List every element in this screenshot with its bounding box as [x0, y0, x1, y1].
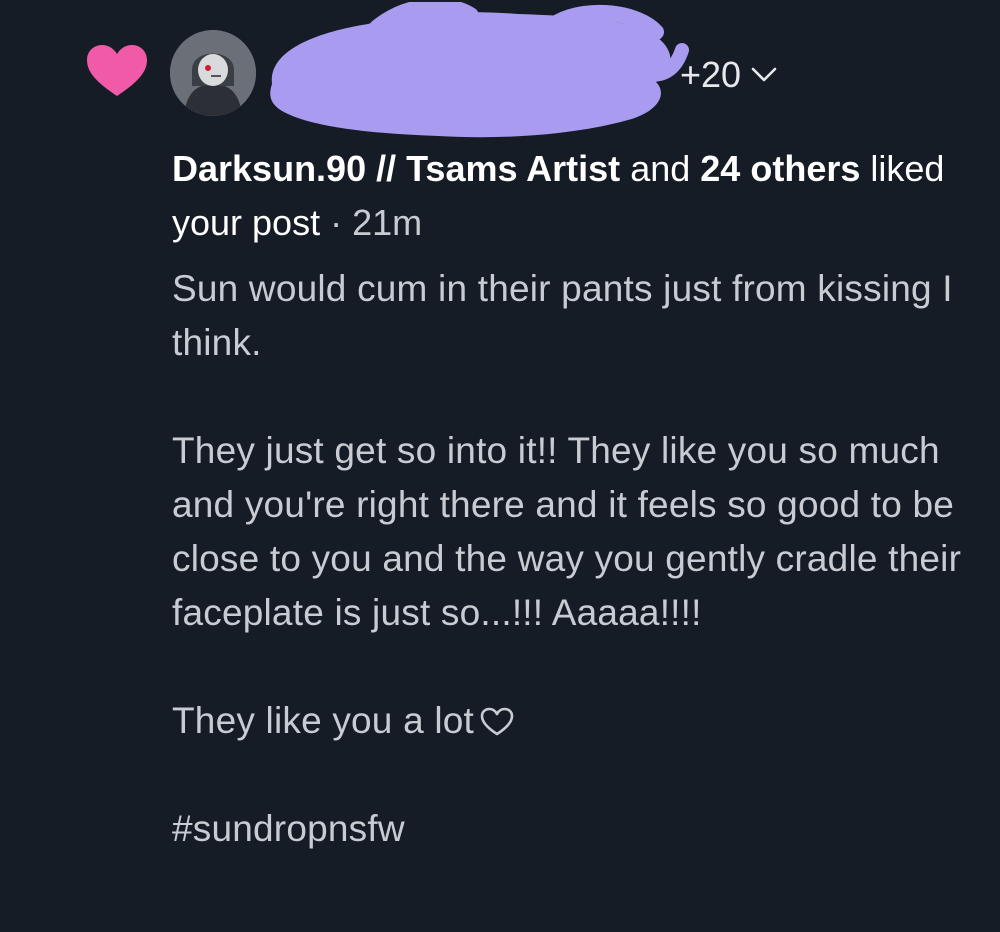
- redaction-scribble: [270, 2, 689, 138]
- post-paragraph-3-wrap: They like you a lot: [172, 694, 972, 748]
- post-paragraph-3: They like you a lot: [172, 700, 475, 741]
- post-body[interactable]: Sun would cum in their pants just from k…: [172, 262, 972, 856]
- post-paragraph-2: They just get so into it!! They like you…: [172, 430, 962, 633]
- notification-headline: Darksun.90 // Tsams Artist and 24 others…: [172, 142, 962, 250]
- heart-outline-icon: [480, 707, 514, 736]
- separator-dot: ·: [330, 202, 343, 243]
- others-word[interactable]: others: [750, 148, 860, 189]
- like-notification[interactable]: +20 Darksun.90 // Tsams Artist and 24 ot…: [0, 0, 1000, 932]
- more-avatars-toggle[interactable]: +20: [680, 50, 777, 100]
- more-avatars-count: +20: [680, 54, 742, 95]
- post-paragraph-1: Sun would cum in their pants just from k…: [172, 268, 953, 363]
- and-word: and: [630, 148, 691, 189]
- hashtag[interactable]: #sundropnsfw: [172, 802, 972, 856]
- heart-icon: [87, 45, 147, 96]
- others-count[interactable]: 24: [700, 148, 740, 189]
- actor-name[interactable]: Darksun.90 // Tsams Artist: [172, 148, 620, 189]
- user-avatar[interactable]: [170, 30, 256, 116]
- time-ago: 21m: [352, 202, 423, 243]
- chevron-down-icon: [751, 67, 777, 82]
